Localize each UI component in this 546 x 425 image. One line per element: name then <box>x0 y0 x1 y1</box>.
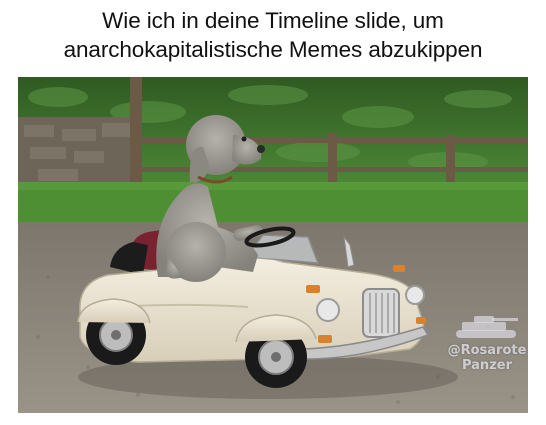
caption-line-2: anarchokapitalistische Memes abzukippen <box>63 37 483 62</box>
car-headlight-right <box>405 285 425 305</box>
meme-photo: @Rosarote Panzer <box>18 77 528 413</box>
watermark-name: Panzer <box>461 358 512 373</box>
car-headlight-left <box>316 298 340 322</box>
caption-line-1: Wie ich in deine Timeline slide, um <box>102 8 444 33</box>
meme-caption: Wie ich in deine Timeline slide, um anar… <box>0 6 546 64</box>
watermark-handle: @Rosarote <box>447 343 527 358</box>
watermark: @Rosarote Panzer <box>428 312 528 373</box>
tank-icon <box>456 316 518 338</box>
